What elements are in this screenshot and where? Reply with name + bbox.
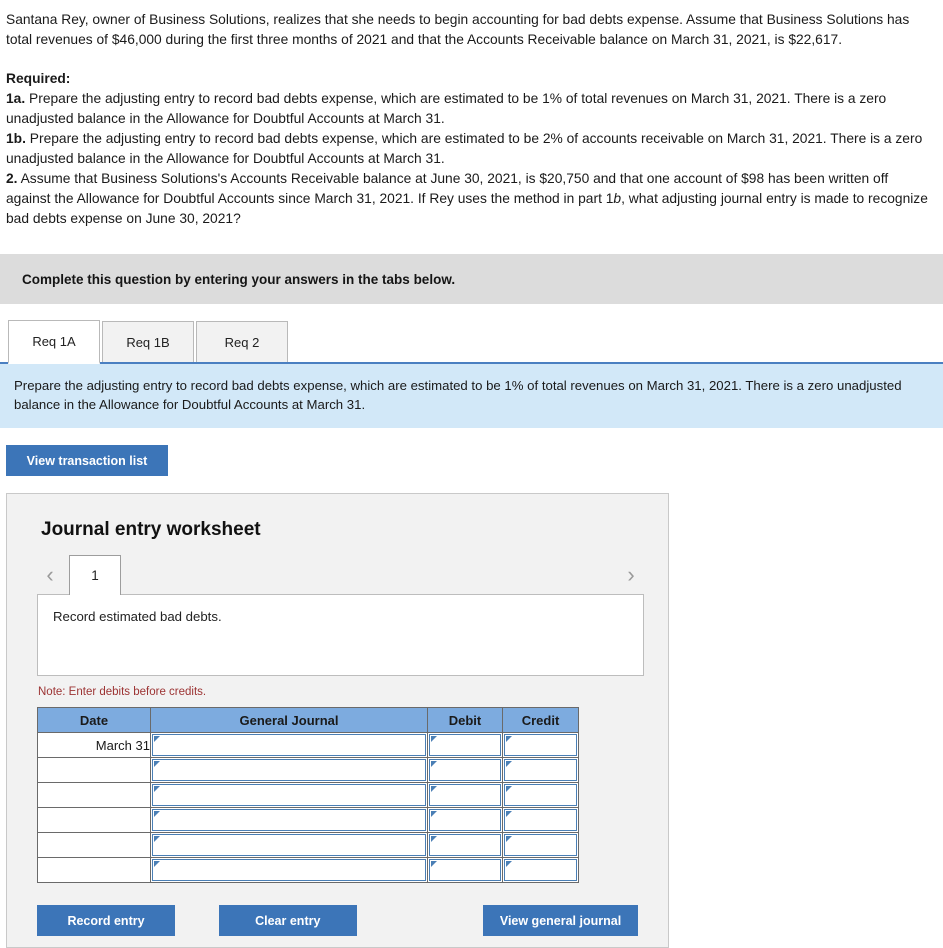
cell-general-journal-3[interactable]	[150, 782, 428, 809]
view-general-journal-button[interactable]: View general journal	[483, 905, 638, 937]
worksheet-page-tab-1-label: 1	[91, 568, 99, 584]
cell-date-4[interactable]	[37, 807, 151, 834]
cell-credit-5[interactable]	[502, 832, 579, 859]
debit-input-3[interactable]	[429, 784, 501, 807]
required-heading: Required:	[6, 71, 71, 86]
table-row	[37, 832, 579, 859]
tab-req-2[interactable]: Req 2	[196, 321, 288, 362]
cell-debit-3[interactable]	[427, 782, 503, 809]
debits-before-credits-note: Note: Enter debits before credits.	[38, 686, 207, 699]
problem-statement: Santana Rey, owner of Business Solutions…	[0, 0, 943, 50]
required-item-1b-text: Prepare the adjusting entry to record ba…	[6, 131, 923, 166]
record-entry-button[interactable]: Record entry	[37, 905, 175, 937]
table-row	[37, 857, 579, 884]
required-item-2-number: 2.	[6, 171, 18, 186]
cell-date-5[interactable]	[37, 832, 151, 859]
account-select-3[interactable]	[152, 784, 426, 807]
cell-date-1[interactable]: March 31	[37, 732, 151, 759]
chevron-right-icon[interactable]: ›	[618, 560, 644, 590]
requirement-instruction-text: Prepare the adjusting entry to record ba…	[14, 378, 902, 413]
cell-debit-4[interactable]	[427, 807, 503, 834]
view-transaction-list-row: View transaction list	[0, 428, 943, 477]
cell-general-journal-5[interactable]	[150, 832, 428, 859]
cell-debit-2[interactable]	[427, 757, 503, 784]
cell-credit-1[interactable]	[502, 732, 579, 759]
worksheet-pager: ‹ 1 ›	[37, 555, 644, 596]
cell-general-journal-2[interactable]	[150, 757, 428, 784]
journal-entry-table: Date General Journal Debit Credit March …	[37, 707, 579, 884]
table-row: March 31	[37, 732, 579, 759]
account-select-4[interactable]	[152, 809, 426, 832]
tab-req-1a[interactable]: Req 1A	[8, 320, 100, 364]
table-row	[37, 782, 579, 809]
journal-table-header-row: Date General Journal Debit Credit	[37, 707, 579, 734]
worksheet-description-box: Record estimated bad debts.	[37, 594, 644, 677]
chevron-left-icon[interactable]: ‹	[37, 560, 63, 590]
worksheet-description-text: Record estimated bad debts.	[53, 609, 222, 625]
complete-question-text: Complete this question by entering your …	[22, 271, 456, 287]
account-select-5[interactable]	[152, 834, 426, 857]
credit-input-3[interactable]	[504, 784, 577, 807]
required-item-1a-number: 1a.	[6, 91, 26, 106]
required-item-2: 2. Assume that Business Solutions's Acco…	[6, 169, 935, 229]
table-row	[37, 807, 579, 834]
problem-statement-text: Santana Rey, owner of Business Solutions…	[6, 12, 910, 47]
requirement-instruction-banner: Prepare the adjusting entry to record ba…	[0, 364, 943, 429]
required-item-1a-text: Prepare the adjusting entry to record ba…	[6, 91, 887, 126]
credit-input-1[interactable]	[504, 734, 577, 757]
complete-question-banner: Complete this question by entering your …	[0, 254, 943, 304]
tab-req-1b[interactable]: Req 1B	[102, 321, 194, 362]
debit-input-4[interactable]	[429, 809, 501, 832]
credit-input-5[interactable]	[504, 834, 577, 857]
credit-input-2[interactable]	[504, 759, 577, 782]
debit-input-1[interactable]	[429, 734, 501, 757]
cell-credit-4[interactable]	[502, 807, 579, 834]
tab-req-2-label: Req 2	[224, 334, 260, 350]
cell-date-6[interactable]	[37, 857, 151, 884]
required-section: Required: 1a. Prepare the adjusting entr…	[0, 69, 943, 229]
column-header-credit: Credit	[502, 707, 579, 734]
account-select-1[interactable]	[152, 734, 426, 757]
cell-credit-6[interactable]	[502, 857, 579, 884]
debit-input-5[interactable]	[429, 834, 501, 857]
tab-req-1b-label: Req 1B	[126, 334, 170, 350]
cell-general-journal-1[interactable]	[150, 732, 428, 759]
tab-req-1a-label: Req 1A	[32, 334, 76, 349]
cell-date-3[interactable]	[37, 782, 151, 809]
account-select-6[interactable]	[152, 859, 426, 882]
account-select-2[interactable]	[152, 759, 426, 782]
cell-debit-5[interactable]	[427, 832, 503, 859]
debit-input-2[interactable]	[429, 759, 501, 782]
credit-input-6[interactable]	[504, 859, 577, 882]
cell-general-journal-6[interactable]	[150, 857, 428, 884]
required-item-1b: 1b. Prepare the adjusting entry to recor…	[6, 129, 935, 169]
view-transaction-list-button[interactable]: View transaction list	[6, 445, 168, 477]
journal-entry-worksheet-panel: Journal entry worksheet ‹ 1 › Record est…	[6, 493, 669, 948]
required-item-1b-number: 1b.	[6, 131, 26, 146]
requirement-tabs: Req 1A Req 1B Req 2	[0, 320, 943, 364]
cell-general-journal-4[interactable]	[150, 807, 428, 834]
required-item-1a: 1a. Prepare the adjusting entry to recor…	[6, 89, 935, 129]
table-row	[37, 757, 579, 784]
cell-credit-2[interactable]	[502, 757, 579, 784]
column-header-general-journal: General Journal	[150, 707, 428, 734]
cell-debit-1[interactable]	[427, 732, 503, 759]
clear-entry-button[interactable]: Clear entry	[218, 905, 357, 937]
required-item-2-italic: b	[613, 191, 622, 206]
cell-debit-6[interactable]	[427, 857, 503, 884]
column-header-date: Date	[37, 707, 151, 734]
worksheet-action-row: Record entry Clear entry View general jo…	[37, 905, 644, 937]
worksheet-page-tab-1[interactable]: 1	[69, 555, 121, 596]
cell-credit-3[interactable]	[502, 782, 579, 809]
credit-input-4[interactable]	[504, 809, 577, 832]
cell-date-2[interactable]	[37, 757, 151, 784]
journal-entry-worksheet-title: Journal entry worksheet	[41, 519, 261, 541]
debit-input-6[interactable]	[429, 859, 501, 882]
column-header-debit: Debit	[427, 707, 503, 734]
